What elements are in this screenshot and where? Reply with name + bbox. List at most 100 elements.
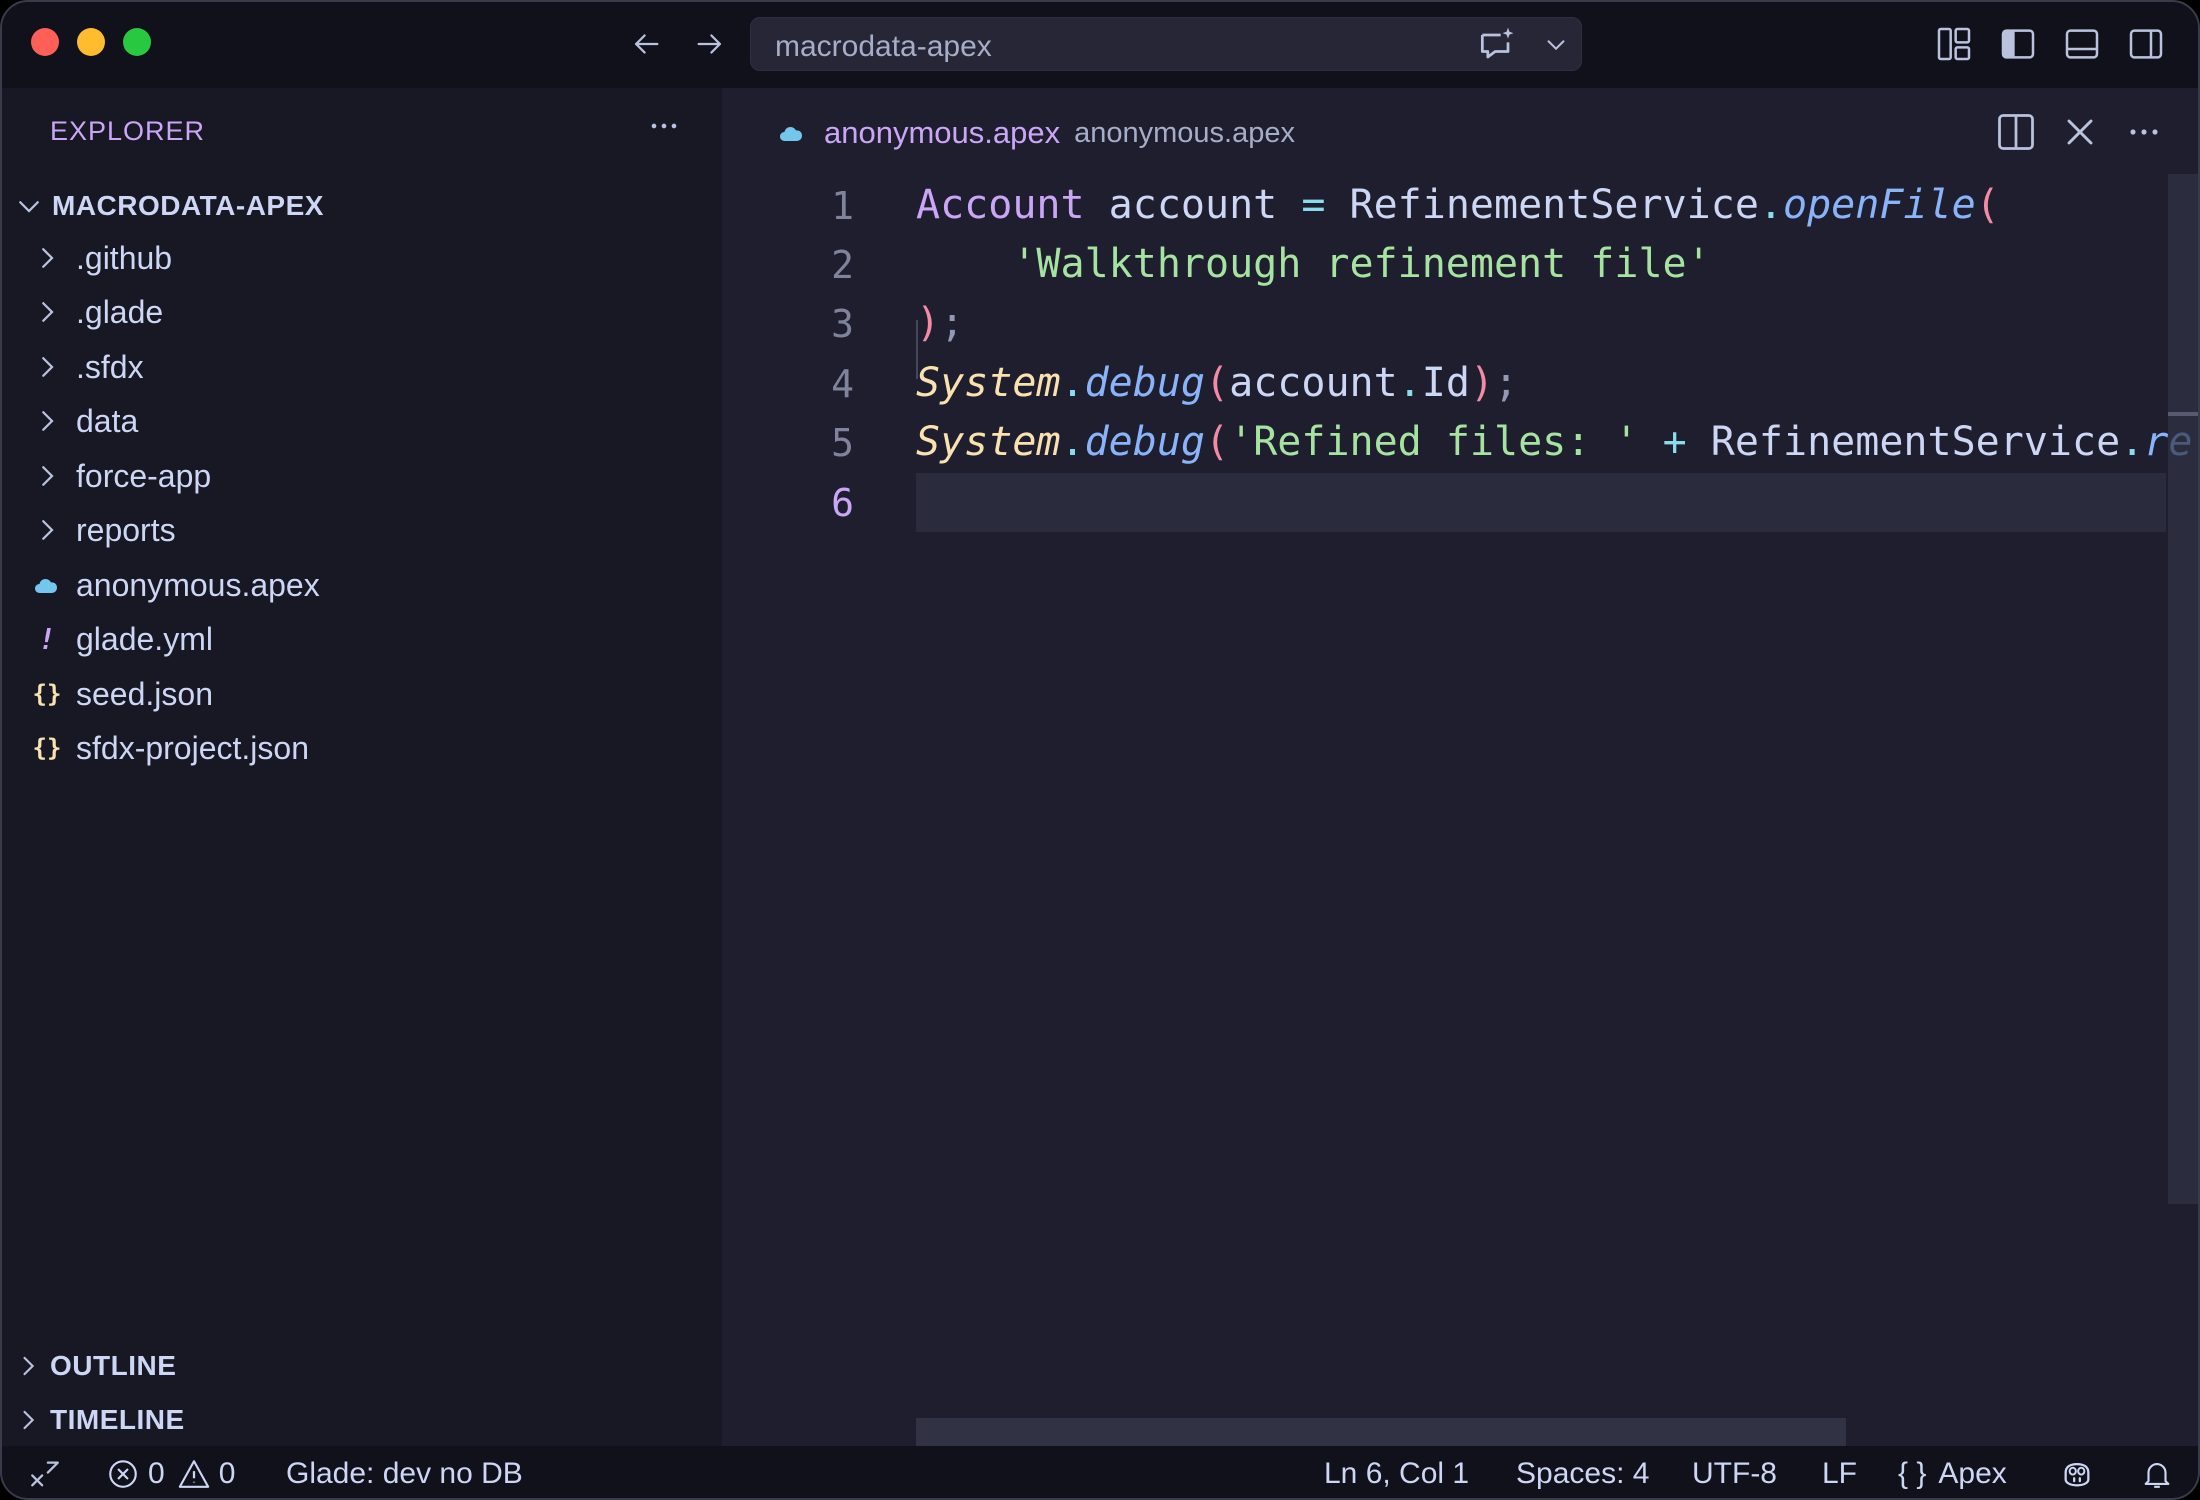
copilot-chat-icon[interactable] (1475, 24, 1519, 68)
glade-status-text: Glade: dev no DB (286, 1457, 523, 1490)
back-button[interactable] (624, 22, 668, 66)
indentation-text: Spaces: 4 (1516, 1457, 1650, 1490)
minimize-window-button[interactable] (77, 28, 105, 56)
arrow-right-icon (697, 34, 722, 54)
outline-label: OUTLINE (50, 1350, 177, 1381)
search-text: macrodata-apex (775, 30, 992, 63)
chevron-right-icon (23, 1410, 35, 1430)
more-actions-icon[interactable] (644, 106, 684, 146)
toggle-secondary-sidebar-icon[interactable] (2126, 24, 2166, 64)
language-mode[interactable]: { } Apex (1898, 1446, 2007, 1498)
tree-item-label: .sfdx (76, 348, 144, 385)
tab-name: anonymous.apex (824, 115, 1061, 150)
chevron-right-icon (23, 1356, 35, 1376)
salesforce-cloud-icon (780, 127, 802, 141)
error-count: 0 (148, 1457, 165, 1490)
tree-item-sfdx-project-json[interactable]: {} sfdx-project.json (2, 722, 722, 774)
tree-item-label: .glade (76, 293, 164, 330)
tree-item-glade-yml[interactable]: ! glade.yml (2, 613, 722, 665)
exclamation-icon: ! (38, 622, 56, 656)
copilot-status[interactable] (2060, 1446, 2094, 1498)
eol-setting[interactable]: LF (1822, 1446, 1858, 1498)
tree-item-label: force-app (76, 457, 212, 494)
encoding-setting[interactable]: UTF-8 (1692, 1446, 1777, 1498)
customize-layout-icon[interactable] (1934, 24, 1974, 64)
tree-item-label: anonymous.apex (76, 566, 320, 603)
chevron-right-icon (42, 466, 54, 486)
encoding-text: UTF-8 (1692, 1457, 1777, 1490)
braces-icon: { } (1898, 1457, 1927, 1490)
timeline-section-header[interactable]: TIMELINE (2, 1397, 722, 1443)
line-number: 5 (831, 421, 854, 465)
tree-item-label: reports (76, 511, 176, 548)
tree-item-anonymous-apex[interactable]: anonymous.apex (2, 559, 722, 611)
salesforce-cloud-icon (35, 579, 57, 593)
chevron-right-icon (42, 520, 54, 540)
language-text: Apex (1938, 1457, 2007, 1490)
cursor-position[interactable]: Ln 6, Col 1 (1324, 1446, 1470, 1498)
tree-item-github[interactable]: .github (2, 232, 722, 284)
tree-item-force-app[interactable]: force-app (2, 450, 722, 502)
arrow-left-icon (634, 34, 659, 54)
line-number: 1 (831, 184, 854, 228)
error-icon (109, 1460, 137, 1488)
close-icon[interactable] (2058, 110, 2102, 154)
explorer-title: EXPLORER (50, 116, 206, 146)
command-center-search[interactable]: macrodata-apex (750, 17, 1582, 71)
vscode-window: macrodata-apex EXPLORER MACRODATA-APEX .… (0, 0, 2200, 1500)
project-folder-header[interactable]: MACRODATA-APEX (2, 184, 722, 228)
tree-item-data[interactable]: data (2, 395, 722, 447)
editor-tab[interactable]: anonymous.apex anonymous.apex (778, 108, 1295, 158)
code-line: 1 Account account = RefinementService.op… (722, 176, 2166, 235)
code-text: 'Walkthrough refinement file' (916, 241, 1711, 287)
outline-section-header[interactable]: OUTLINE (2, 1343, 722, 1389)
close-window-button[interactable] (31, 28, 59, 56)
problems-indicator[interactable]: 0 0 (106, 1446, 235, 1498)
editor-area: anonymous.apex anonymous.apex 1 Account … (722, 88, 2198, 1446)
tree-item-seed-json[interactable]: {} seed.json (2, 668, 722, 720)
chevron-down-icon (19, 201, 39, 213)
chevron-right-icon (42, 411, 54, 431)
tree-item-label: .github (76, 239, 173, 276)
chevron-down-icon[interactable] (1541, 28, 1571, 62)
horizontal-scrollbar[interactable] (916, 1418, 1846, 1446)
tree-item-label: seed.json (76, 675, 213, 712)
eol-text: LF (1822, 1457, 1858, 1490)
indentation-setting[interactable]: Spaces: 4 (1516, 1446, 1650, 1498)
code-text: Account account = RefinementService.open… (916, 182, 2000, 228)
project-name: MACRODATA-APEX (52, 190, 324, 221)
remote-indicator[interactable] (28, 1446, 62, 1498)
forward-button[interactable] (688, 22, 732, 66)
tree-item-reports[interactable]: reports (2, 504, 722, 556)
explorer-sidebar: EXPLORER MACRODATA-APEX .github .glade .… (2, 88, 722, 1446)
toggle-primary-sidebar-icon[interactable] (1998, 24, 2038, 64)
more-actions-icon[interactable] (2122, 110, 2166, 154)
glade-status[interactable]: Glade: dev no DB (286, 1446, 523, 1498)
bell-icon (2144, 1463, 2170, 1488)
vertical-scrollbar[interactable] (2168, 174, 2198, 1204)
braces-icon: {} (32, 734, 62, 762)
copilot-icon (2064, 1462, 2090, 1487)
tree-item-sfdx[interactable]: .sfdx (2, 341, 722, 393)
line-number: 6 (831, 481, 854, 525)
chevron-right-icon (42, 248, 54, 268)
tree-item-glade[interactable]: .glade (2, 286, 722, 338)
line-number: 2 (831, 243, 854, 287)
notifications[interactable] (2140, 1446, 2174, 1498)
braces-icon: {} (32, 680, 62, 708)
status-bar: 0 0 Glade: dev no DB Ln 6, Col 1 Spaces:… (2, 1446, 2198, 1498)
tree-item-label: data (76, 402, 139, 439)
code-line: 3 ); (722, 294, 2166, 353)
tab-description: anonymous.apex (1074, 116, 1295, 149)
timeline-label: TIMELINE (50, 1404, 185, 1435)
cursor-position-text: Ln 6, Col 1 (1324, 1457, 1470, 1490)
code-line: 2 'Walkthrough refinement file' (722, 235, 2166, 294)
code-line: 6 (722, 473, 2166, 532)
code-text: System.debug(account.Id); (916, 360, 1519, 406)
tree-item-label: sfdx-project.json (76, 729, 309, 766)
chevron-right-icon (42, 357, 54, 377)
toggle-panel-icon[interactable] (2062, 24, 2102, 64)
split-editor-icon[interactable] (1994, 110, 2038, 154)
maximize-window-button[interactable] (123, 28, 151, 56)
chevron-right-icon (42, 302, 54, 322)
